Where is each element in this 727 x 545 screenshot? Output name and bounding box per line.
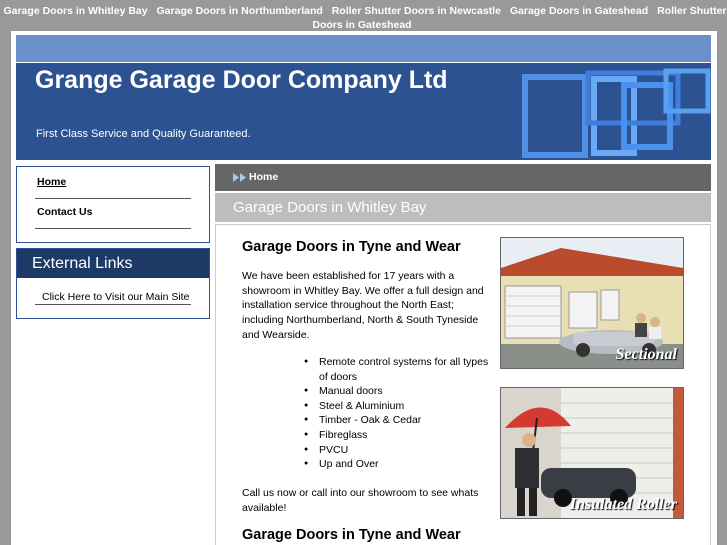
top-link-newcastle[interactable]: Roller Shutter Doors in Newcastle — [332, 5, 501, 17]
list-item: Up and Over — [304, 457, 494, 472]
external-links-title: External Links — [17, 249, 209, 278]
logo-squares-graphic — [522, 68, 711, 158]
site-slogan: First Class Service and Quality Guarante… — [36, 128, 251, 140]
insulated-roller-photo: Insulated Roller — [500, 387, 684, 519]
main-content: Garage Doors in Tyne and Wear We have be… — [215, 224, 711, 545]
sectional-door-photo: Sectional — [500, 237, 684, 369]
list-item: Fibreglass — [304, 428, 494, 443]
breadcrumb-home-link[interactable]: Home — [249, 164, 278, 191]
list-item: Timber - Oak & Cedar — [304, 413, 494, 428]
top-link-northumberland[interactable]: Garage Doors in Northumberland — [157, 5, 323, 17]
external-divider — [35, 304, 191, 305]
top-links-bar: Garage Doors in Whitley Bay Garage Doors… — [0, 0, 727, 32]
content-heading-2: Garage Doors in Tyne and Wear — [242, 527, 461, 543]
nav-contact-link[interactable]: Contact Us — [37, 206, 92, 218]
top-link-gateshead[interactable]: Garage Doors in Gateshead — [510, 5, 648, 17]
intro-paragraph: We have been established for 17 years wi… — [242, 270, 484, 341]
list-item: Steel & Aluminium — [304, 399, 494, 414]
page-title: Garage Doors in Whitley Bay — [215, 193, 711, 222]
main-site-link[interactable]: Click Here to Visit our Main Site — [42, 291, 189, 303]
nav-divider — [35, 198, 191, 199]
roller-caption: Insulated Roller — [569, 496, 677, 513]
top-link-whitley-bay[interactable]: Garage Doors in Whitley Bay — [3, 5, 147, 17]
site-header: Grange Garage Door Company Ltd First Cla… — [16, 63, 711, 160]
list-item: PVCU — [304, 443, 494, 458]
call-to-action-text: Call us now or call into our showroom to… — [242, 487, 479, 514]
site-title: Grange Garage Door Company Ltd — [35, 66, 448, 94]
list-item: Manual doors — [304, 384, 494, 399]
external-links-box: External Links Click Here to Visit our M… — [16, 248, 210, 319]
breadcrumb: Home — [215, 164, 711, 191]
list-item: Remote control systems for all types of … — [304, 355, 494, 384]
double-arrow-icon — [233, 173, 246, 182]
nav-divider — [35, 228, 191, 229]
nav-home-link[interactable]: Home — [37, 176, 66, 188]
services-list: Remote control systems for all types of … — [304, 355, 494, 472]
sidebar-nav: Home Contact Us — [16, 166, 210, 243]
sectional-caption: Sectional — [615, 346, 677, 363]
header-top-strip — [16, 35, 711, 62]
content-heading: Garage Doors in Tyne and Wear — [242, 239, 461, 255]
